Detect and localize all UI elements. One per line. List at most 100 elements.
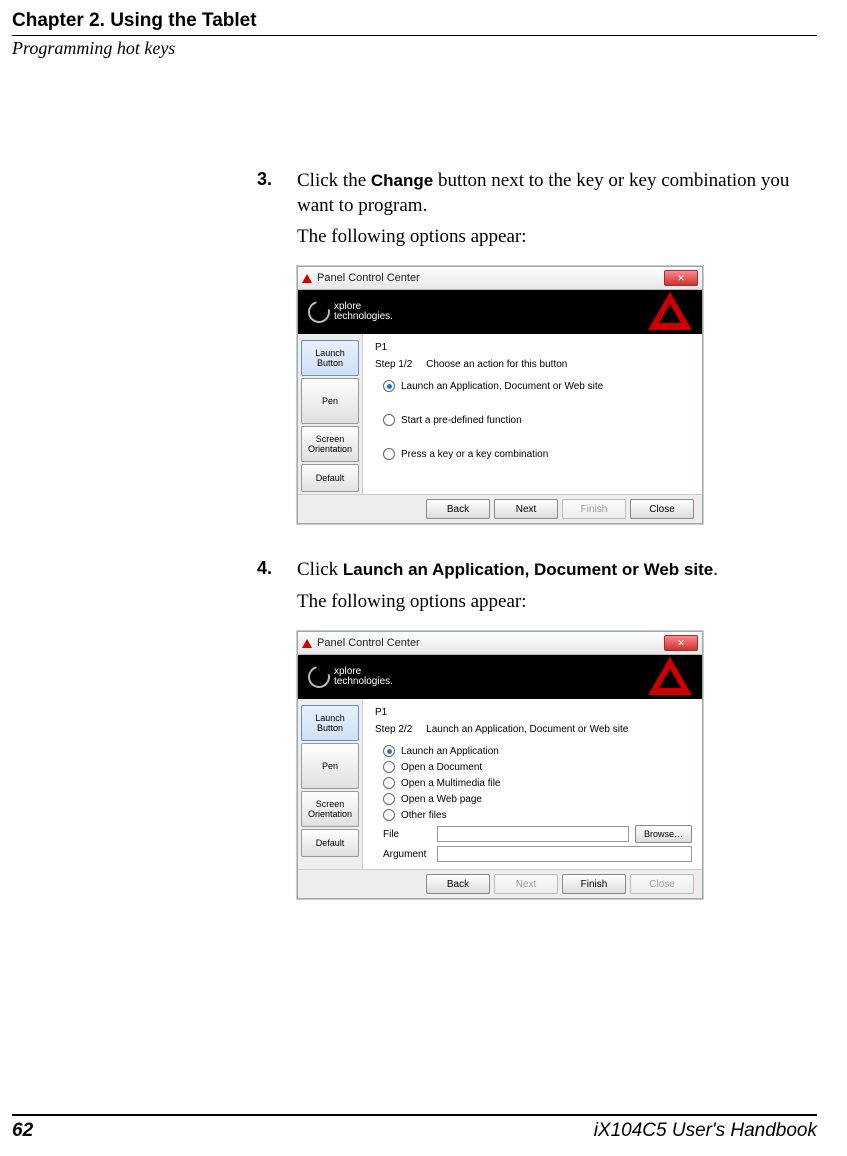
brand-line2: technologies. (334, 312, 393, 322)
file-label: File (383, 829, 431, 840)
radio-icon (383, 777, 395, 789)
sidebar-item-default[interactable]: Default (301, 464, 359, 492)
brand-line2: technologies. (334, 677, 393, 687)
chapter-title: Chapter 2. Using the Tablet (12, 10, 817, 32)
radio-label: Other files (401, 810, 447, 821)
radio-icon (383, 448, 395, 460)
radio-option-open-web[interactable]: Open a Web page (383, 793, 692, 805)
main-panel: P1 Step 2/2 Launch an Application, Docum… (363, 699, 702, 869)
sidebar-item-screen-orientation[interactable]: Screen Orientation (301, 791, 359, 827)
radio-icon (383, 761, 395, 773)
sidebar-item-default[interactable]: Default (301, 829, 359, 857)
back-button[interactable]: Back (426, 874, 490, 894)
step-number: 3. (257, 169, 297, 218)
follow-text: The following options appear: (297, 591, 817, 613)
radio-option-open-doc[interactable]: Open a Document (383, 761, 692, 773)
app-icon (302, 639, 312, 648)
dialog-footer: Back Next Finish Close (298, 494, 702, 523)
swirl-icon (304, 662, 334, 692)
radio-option-launch-app[interactable]: Launch an Application, Document or Web s… (383, 380, 692, 392)
button-id-heading: P1 (375, 342, 692, 353)
wizard-step-label: Step 1/2 Choose an action for this butto… (375, 359, 692, 370)
step-4: 4. Click Launch an Application, Document… (257, 558, 817, 583)
titlebar: Panel Control Center ✕ (298, 632, 702, 655)
dialog-footer: Back Next Finish Close (298, 869, 702, 898)
close-icon[interactable]: ✕ (664, 635, 698, 651)
dialog-body: Launch Button Pen Screen Orientation Def… (298, 334, 702, 494)
radio-icon (383, 380, 395, 392)
close-button[interactable]: Close (630, 874, 694, 894)
brand-bar: xplore technologies. (298, 290, 702, 334)
brand-text: xplore technologies. (334, 667, 393, 687)
main-panel: P1 Step 1/2 Choose an action for this bu… (363, 334, 702, 494)
file-row: File Browse… (383, 825, 692, 843)
window-title: Panel Control Center (317, 637, 664, 649)
step-text: Click the Change button next to the key … (297, 169, 817, 218)
footer-rule (12, 1114, 817, 1116)
next-button[interactable]: Next (494, 874, 558, 894)
radio-label: Open a Web page (401, 794, 482, 805)
content-area: 3. Click the Change button next to the k… (257, 169, 817, 899)
radio-group: Launch an Application Open a Document Op… (375, 745, 692, 821)
argument-row: Argument (383, 846, 692, 862)
dialog-panel-control-1: Panel Control Center ✕ xplore technologi… (297, 266, 703, 524)
sidebar-item-launch-button[interactable]: Launch Button (301, 705, 359, 741)
radio-group: Launch an Application, Document or Web s… (375, 380, 692, 460)
sidebar-item-pen[interactable]: Pen (301, 743, 359, 789)
step-3: 3. Click the Change button next to the k… (257, 169, 817, 218)
radio-option-key-combo[interactable]: Press a key or a key combination (383, 448, 692, 460)
brand-logo: xplore technologies. (308, 666, 393, 688)
triangle-icon (648, 657, 692, 695)
titlebar: Panel Control Center ✕ (298, 267, 702, 290)
radio-label: Launch an Application (401, 746, 499, 757)
triangle-icon (648, 292, 692, 330)
browse-button[interactable]: Browse… (635, 825, 692, 843)
sidebar-item-pen[interactable]: Pen (301, 378, 359, 424)
finish-button[interactable]: Finish (562, 874, 626, 894)
dialog-panel-control-2: Panel Control Center ✕ xplore technologi… (297, 631, 703, 899)
radio-option-other-files[interactable]: Other files (383, 809, 692, 821)
finish-button[interactable]: Finish (562, 499, 626, 519)
radio-icon (383, 745, 395, 757)
radio-icon (383, 793, 395, 805)
sidebar: Launch Button Pen Screen Orientation Def… (298, 334, 363, 494)
close-icon[interactable]: ✕ (664, 270, 698, 286)
wizard-step-label: Step 2/2 Launch an Application, Document… (375, 724, 692, 735)
sidebar-item-launch-button[interactable]: Launch Button (301, 340, 359, 376)
radio-label: Launch an Application, Document or Web s… (401, 381, 603, 392)
radio-option-open-multimedia[interactable]: Open a Multimedia file (383, 777, 692, 789)
close-button[interactable]: Close (630, 499, 694, 519)
button-id-heading: P1 (375, 707, 692, 718)
swirl-icon (304, 297, 334, 327)
text-part: . (713, 559, 718, 580)
section-title: Programming hot keys (12, 38, 817, 59)
sidebar-item-screen-orientation[interactable]: Screen Orientation (301, 426, 359, 462)
text-part: Click (297, 559, 343, 580)
footer-row: 62 iX104C5 User's Handbook (12, 1120, 817, 1142)
app-icon (302, 274, 312, 283)
radio-label: Open a Multimedia file (401, 778, 501, 789)
radio-option-launch-app[interactable]: Launch an Application (383, 745, 692, 757)
dialog-body: Launch Button Pen Screen Orientation Def… (298, 699, 702, 869)
back-button[interactable]: Back (426, 499, 490, 519)
handbook-title: iX104C5 User's Handbook (594, 1120, 817, 1142)
sidebar: Launch Button Pen Screen Orientation Def… (298, 699, 363, 869)
next-button[interactable]: Next (494, 499, 558, 519)
radio-icon (383, 414, 395, 426)
step-text: Click Launch an Application, Document or… (297, 558, 718, 583)
ui-reference-launch-app: Launch an Application, Document or Web s… (343, 560, 713, 579)
brand-bar: xplore technologies. (298, 655, 702, 699)
argument-label: Argument (383, 849, 431, 860)
radio-label: Open a Document (401, 762, 482, 773)
file-input[interactable] (437, 826, 629, 842)
radio-icon (383, 809, 395, 821)
argument-input[interactable] (437, 846, 692, 862)
radio-label: Press a key or a key combination (401, 449, 548, 460)
window-title: Panel Control Center (317, 272, 664, 284)
brand-text: xplore technologies. (334, 302, 393, 322)
radio-option-predefined[interactable]: Start a pre-defined function (383, 414, 692, 426)
follow-text: The following options appear: (297, 226, 817, 248)
page-footer: 62 iX104C5 User's Handbook (12, 1114, 817, 1142)
text-part: Click the (297, 170, 371, 191)
header-rule (12, 35, 817, 36)
